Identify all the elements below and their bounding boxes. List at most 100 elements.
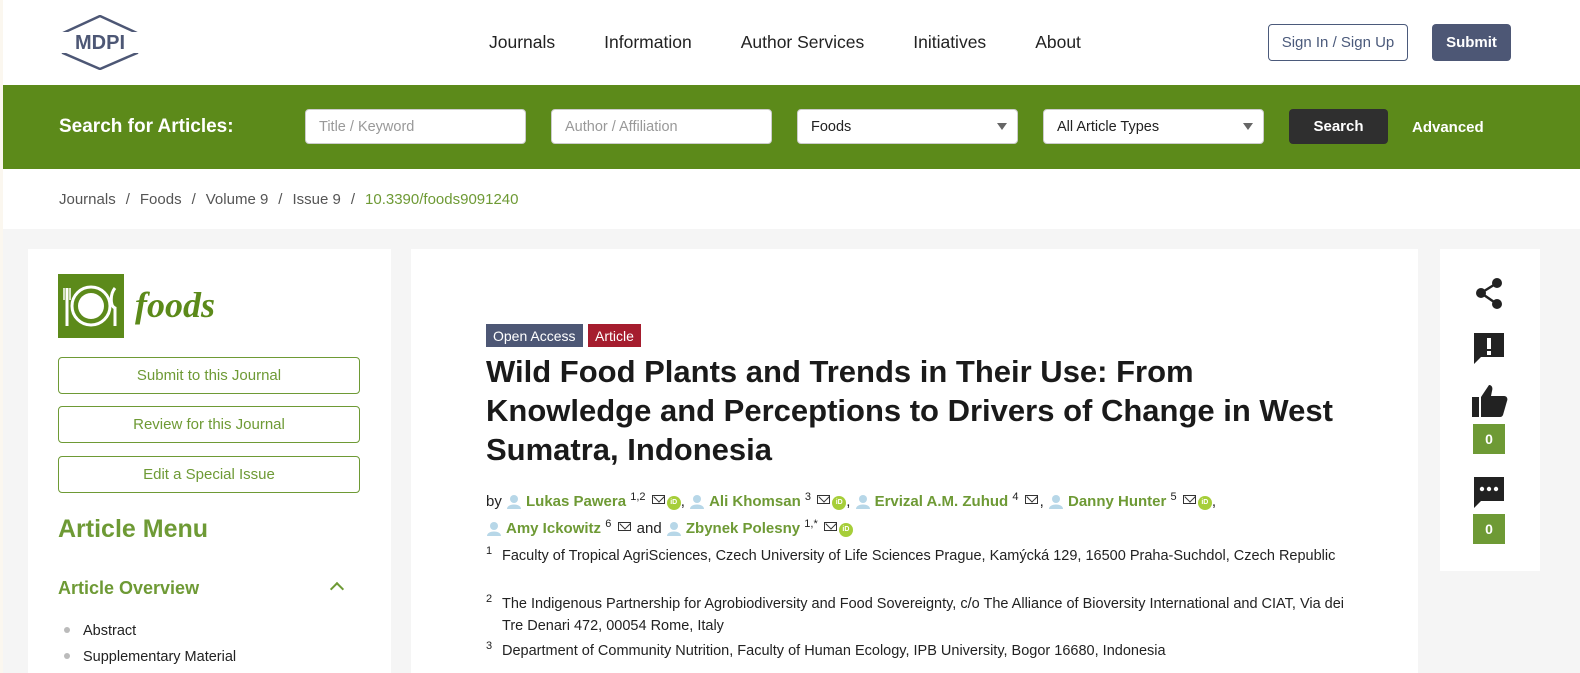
author-avatar-icon [855,495,870,509]
mdpi-logo[interactable]: MDPI [60,15,140,70]
chevron-down-icon [997,123,1007,130]
orcid-icon[interactable]: iD [832,496,847,510]
title-keyword-input[interactable]: Title / Keyword [305,109,526,144]
author-affiliation-input[interactable]: Author / Affiliation [551,109,772,144]
author-affiliation-sup: 6 [605,518,612,530]
submit-to-journal-button[interactable]: Submit to this Journal [58,357,360,394]
orcid-icon[interactable]: iD [1197,496,1212,510]
article-type-value: All Article Types [1057,118,1160,135]
email-icon[interactable] [817,495,831,504]
orcid-icon[interactable]: iD [838,523,853,537]
breadcrumb-volume[interactable]: Volume 9 [206,191,269,208]
breadcrumb-separator: / [278,191,283,208]
share-icon[interactable] [1472,276,1506,310]
comment-count: 0 [1473,514,1505,544]
nav-initiatives[interactable]: Initiatives [913,32,986,53]
edit-special-issue-button[interactable]: Edit a Special Issue [58,456,360,493]
email-icon[interactable] [651,495,665,504]
journal-name[interactable]: foods [135,284,215,326]
comment-icon[interactable] [1472,475,1506,509]
author-avatar-icon [690,495,705,509]
search-button[interactable]: Search [1289,109,1388,144]
author-avatar-icon [507,495,522,509]
author-entry: Lukas Pawera 1,2 iD, [506,491,689,510]
author-entry: Danny Hunter 5 iD, [1048,491,1216,510]
article-type-badge: Article [588,324,641,347]
author-name[interactable]: Lukas Pawera [526,493,626,510]
nav-information[interactable]: Information [604,32,692,53]
article-menu-title: Article Menu [58,515,209,543]
site-header: MDPI Journals Information Author Service… [3,0,1580,85]
breadcrumb-separator: / [125,191,130,208]
signin-button[interactable]: Sign In / Sign Up [1268,24,1408,61]
author-affiliation-sup: 1,2 [630,491,646,503]
affiliation-text: Faculty of Tropical AgriSciences, Czech … [502,548,1336,564]
breadcrumb-foods[interactable]: Foods [140,191,182,208]
advanced-search-link[interactable]: Advanced [1412,119,1484,136]
nav-about[interactable]: About [1035,32,1081,53]
main-nav: Journals Information Author Services Ini… [489,32,1130,53]
author-name[interactable]: Amy Ickowitz [506,520,601,537]
breadcrumb-separator: / [350,191,356,208]
menu-item-abstract[interactable]: Abstract [83,623,136,639]
affiliation-number: 1 [486,545,493,557]
author-name[interactable]: Ali Khomsan [709,493,801,510]
review-for-journal-button[interactable]: Review for this Journal [58,406,360,443]
article-search-bar: Search for Articles: Title / Keyword Aut… [3,85,1580,169]
bullet-icon [64,653,70,659]
author-name[interactable]: Danny Hunter [1068,493,1166,510]
author-entry: Ervizal A.M. Zuhud 4 , [855,491,1048,510]
submit-button[interactable]: Submit [1432,24,1511,61]
breadcrumb-journals[interactable]: Journals [59,191,116,208]
email-icon[interactable] [823,522,837,531]
breadcrumb-issue[interactable]: Issue 9 [292,191,340,208]
breadcrumb-separator: / [191,191,196,208]
breadcrumb-doi[interactable]: 10.3390/foods9091240 [365,191,518,208]
breadcrumb: Journals / Foods / Volume 9 / Issue 9 / … [59,191,519,208]
report-icon[interactable] [1472,331,1506,365]
journal-select-value: Foods [811,118,852,135]
article-actions-rail: 0 0 [1440,249,1540,571]
article-type-select[interactable]: All Article Types [1043,109,1264,144]
author-avatar-icon [487,522,501,536]
author-name[interactable]: Zbynek Polesny [686,520,800,537]
journal-select[interactable]: Foods [797,109,1018,144]
like-count: 0 [1473,424,1505,454]
article-overview-toggle[interactable]: Article Overview [58,578,199,599]
article-title: Wild Food Plants and Trends in Their Use… [486,354,1333,467]
author-avatar-icon [666,522,681,536]
author-avatar-icon [1049,495,1063,509]
author-name[interactable]: Ervizal A.M. Zuhud [875,493,1009,510]
author-list: by Lukas Pawera 1,2 iD, Ali Khomsan 3 iD… [486,486,1346,540]
nav-journals[interactable]: Journals [489,32,555,53]
and-label: and [636,520,662,537]
menu-item-supplementary[interactable]: Supplementary Material [83,649,236,665]
by-label: by [486,493,502,510]
affiliation-number: 3 [486,640,493,652]
author-affiliation-sup: 3 [804,491,812,503]
author-affiliation-sup: 1,* [804,518,818,530]
search-label: Search for Articles: [59,116,234,137]
affiliation-number: 2 [486,593,493,605]
author-entry: Ali Khomsan 3 iD, [689,491,855,510]
email-icon[interactable] [617,522,631,531]
chevron-down-icon [1243,123,1253,130]
orcid-icon[interactable]: iD [666,496,681,510]
affiliation-text: The Indigenous Partnership for Agrobiodi… [502,596,1345,634]
bullet-icon [64,627,70,633]
mdpi-logo-text: MDPI [75,32,125,54]
breadcrumb-band: Journals / Foods / Volume 9 / Issue 9 / … [3,169,1580,229]
foods-plate-icon[interactable] [58,274,124,338]
journal-sidebar: foods Submit to this Journal Review for … [28,249,391,673]
author-affiliation-sup: 4 [1012,491,1019,503]
author-entry: Amy Ickowitz 6 [486,518,637,537]
email-icon[interactable] [1182,495,1196,504]
thumbs-up-icon[interactable] [1472,383,1508,419]
chevron-up-icon[interactable] [329,581,345,597]
affiliation-text: Department of Community Nutrition, Facul… [502,643,1166,659]
article-panel: Open Access Article Wild Food Plants and… [411,249,1418,673]
open-access-badge: Open Access [486,324,583,347]
email-icon[interactable] [1024,495,1038,504]
author-affiliation-sup: 5 [1170,491,1177,503]
nav-author-services[interactable]: Author Services [741,32,865,53]
